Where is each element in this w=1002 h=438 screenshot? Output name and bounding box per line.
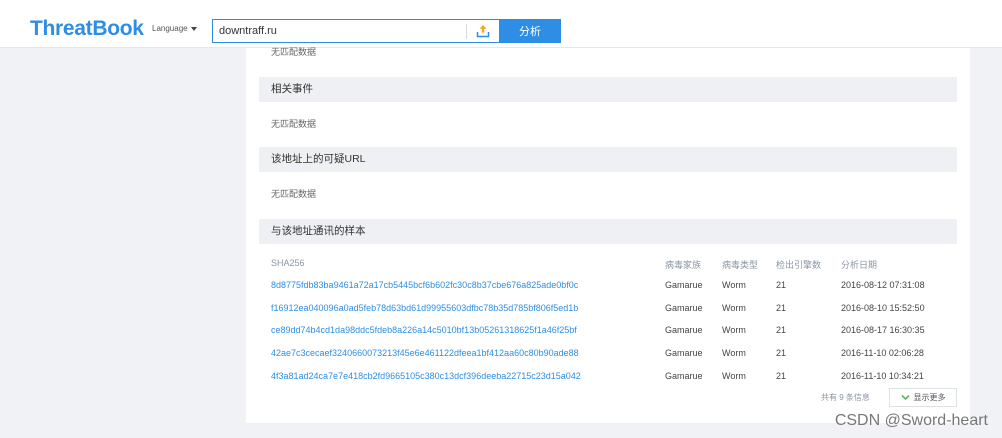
- samples-header: 与该地址通讯的样本: [259, 219, 957, 244]
- suspicious-url-header: 该地址上的可疑URL: [259, 147, 957, 172]
- sample-date: 2016-08-10 15:52:50: [841, 303, 925, 313]
- column-header-sha256: SHA256: [271, 258, 305, 268]
- upload-icon: [476, 25, 490, 38]
- sample-engines: 21: [776, 280, 787, 290]
- sample-hash-link[interactable]: 4f3a81ad24ca7e7e418cb2fd9665105c380c13dc…: [271, 371, 581, 381]
- search-box: [212, 19, 499, 43]
- column-header-type: 病毒类型: [722, 260, 759, 270]
- show-more-button[interactable]: 显示更多: [889, 388, 957, 407]
- sample-engines: 21: [776, 303, 787, 313]
- sample-date: 2016-08-12 07:31:08: [841, 280, 925, 290]
- sample-type: Worm: [722, 280, 746, 290]
- sample-hash-link[interactable]: ce89dd74b4cd1da98ddc5fdeb8a226a14c5010bf…: [271, 325, 577, 335]
- sample-type: Worm: [722, 371, 746, 381]
- sample-engines: 21: [776, 348, 787, 358]
- watermark: CSDN @Sword-heart: [834, 412, 988, 429]
- sample-date: 2016-08-17 16:30:35: [841, 325, 925, 335]
- column-header-family: 病毒家族: [665, 260, 702, 270]
- sample-family: Gamarue: [665, 348, 703, 358]
- sample-hash-link[interactable]: 8d8775fdb83ba9461a72a17cb5445bcf6b602fc3…: [271, 280, 578, 290]
- sample-family: Gamarue: [665, 371, 703, 381]
- search-divider: [466, 24, 467, 39]
- chevron-down-icon: [900, 394, 910, 401]
- sample-hash-link[interactable]: f16912ea040096a0ad5feb78d63bd61d99955603…: [271, 303, 578, 313]
- result-count: 共有 9 条信息: [821, 393, 870, 402]
- logo[interactable]: ThreatBook: [30, 17, 144, 41]
- language-label: Language: [152, 24, 188, 33]
- page-body: 无匹配数据 相关事件 无匹配数据 该地址上的可疑URL 无匹配数据 与该地址通讯…: [0, 47, 1002, 438]
- sample-type: Worm: [722, 303, 746, 313]
- column-header-engines: 检出引擎数: [776, 260, 822, 270]
- content-panel: 无匹配数据 相关事件 无匹配数据 该地址上的可疑URL 无匹配数据 与该地址通讯…: [246, 47, 970, 423]
- sample-engines: 21: [776, 325, 787, 335]
- top-no-data-text: 无匹配数据: [271, 47, 317, 57]
- sample-date: 2016-11-10 10:34:21: [841, 371, 924, 381]
- sample-family: Gamarue: [665, 280, 703, 290]
- language-selector[interactable]: Language: [152, 24, 197, 33]
- sample-date: 2016-11-10 02:06:28: [841, 348, 924, 358]
- column-header-date: 分析日期: [841, 260, 878, 270]
- top-bar: ThreatBook Language 分析: [0, 0, 1002, 48]
- upload-button[interactable]: [472, 22, 494, 40]
- sample-type: Worm: [722, 348, 746, 358]
- related-events-header: 相关事件: [259, 77, 957, 102]
- analyze-button[interactable]: 分析: [499, 19, 561, 43]
- sample-hash-link[interactable]: 42ae7c3cecaef3240660073213f45e6e461122df…: [271, 348, 579, 358]
- sample-engines: 21: [776, 371, 787, 381]
- sample-family: Gamarue: [665, 325, 703, 335]
- suspicious-url-empty: 无匹配数据: [271, 189, 317, 199]
- sample-type: Worm: [722, 325, 746, 335]
- related-events-empty: 无匹配数据: [271, 119, 317, 129]
- search-input[interactable]: [219, 23, 459, 39]
- show-more-label: 显示更多: [913, 393, 946, 402]
- sample-family: Gamarue: [665, 303, 703, 313]
- caret-down-icon: [190, 26, 197, 31]
